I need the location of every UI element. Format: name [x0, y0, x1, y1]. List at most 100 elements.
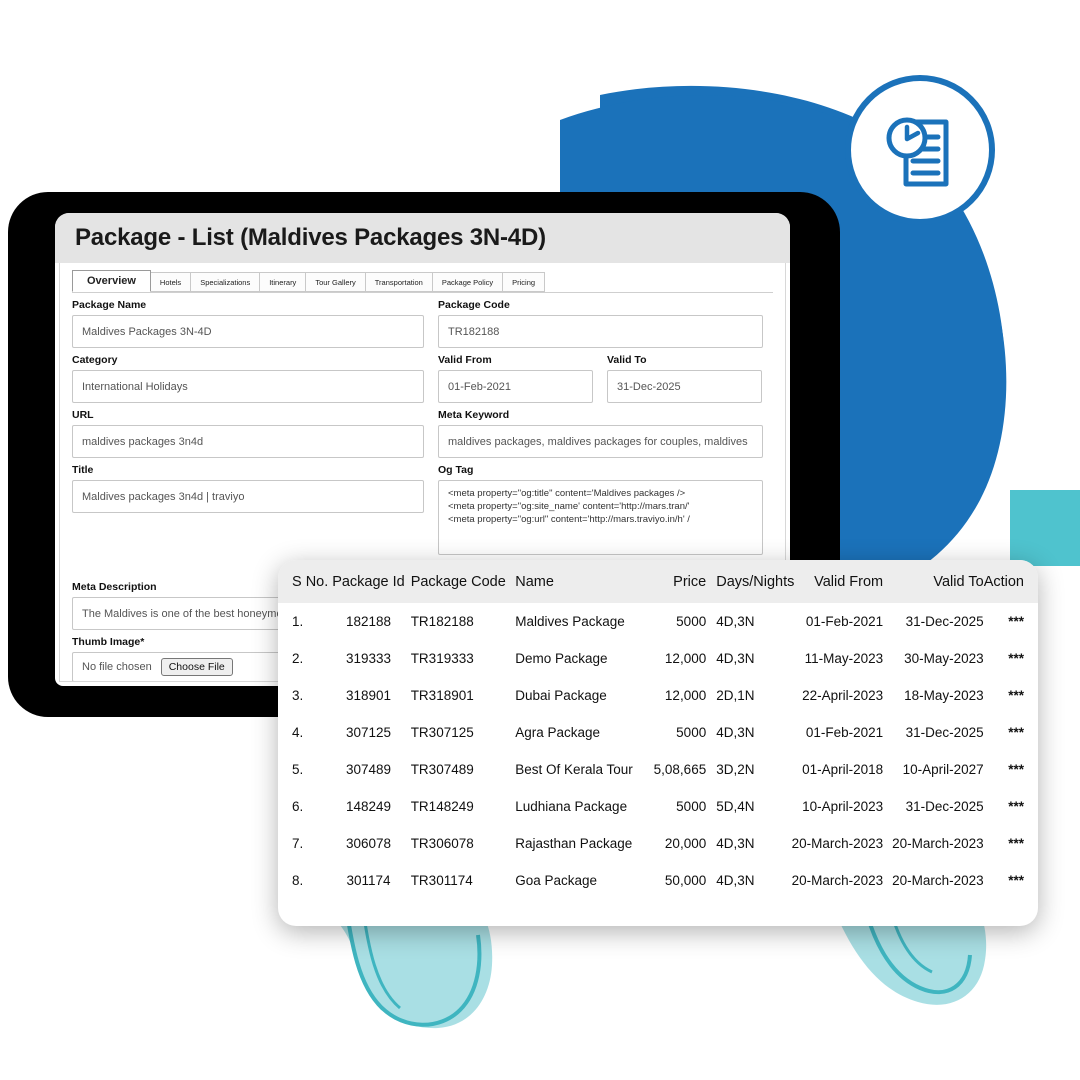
cell-action[interactable]: *** — [984, 751, 1038, 788]
cell-package-id: 148249 — [345, 799, 391, 814]
field-label: Package Code — [438, 299, 510, 311]
table-row[interactable]: 7. 306078 TR306078 Rajasthan Package 20,000 4… — [278, 825, 1038, 862]
choose-file-button[interactable]: Choose File — [160, 657, 233, 677]
tab-label: Package Policy — [441, 277, 494, 287]
cell-action[interactable]: *** — [984, 603, 1038, 640]
cell-package-code: TR182188 — [410, 614, 474, 629]
cell-valid-from: 22-April-2023 — [802, 688, 884, 703]
field-label: Og Tag — [438, 464, 474, 476]
field-category: Category International Holidays — [72, 354, 424, 403]
og-tag-line: <meta property="og:title" content='Maldi… — [448, 488, 686, 499]
column-header-valid-to[interactable]: Valid To — [883, 560, 984, 603]
table-body: 1. 182188 TR182188 Maldives Package 5000 4D,3… — [278, 603, 1038, 899]
cell-package-id: 318901 — [345, 688, 391, 703]
column-header-name[interactable]: Name — [515, 560, 644, 603]
table-row[interactable]: 5. 307489 TR307489 Best Of Kerala Tour 5,08,… — [278, 751, 1038, 788]
cell-action[interactable]: *** — [984, 714, 1038, 751]
field-label: Valid To — [607, 354, 647, 366]
cell-price: 5,08,665 — [653, 762, 707, 777]
cell-action[interactable]: *** — [984, 788, 1038, 825]
column-header-price[interactable]: Price — [643, 560, 707, 603]
column-header-sno[interactable]: S No. — [278, 560, 328, 603]
cell-name: Demo Package — [515, 651, 608, 666]
cell-action[interactable]: *** — [984, 825, 1038, 862]
tab-package-policy[interactable]: Package Policy — [431, 272, 504, 292]
og-tag-textarea[interactable]: <meta property="og:title" content='Maldi… — [438, 480, 763, 555]
cell-days-nights: 4D,3N — [716, 836, 755, 851]
cell-days-nights: 4D,3N — [716, 614, 755, 629]
teal-accent-shape — [1010, 490, 1080, 566]
tab-hotels[interactable]: Hotels — [149, 272, 192, 292]
field-label: Valid From — [438, 354, 492, 366]
cell-sno: 5. — [292, 762, 304, 777]
cell-price: 50,000 — [664, 873, 707, 888]
table-row[interactable]: 1. 182188 TR182188 Maldives Package 5000 4D,3… — [278, 603, 1038, 640]
valid-from-input[interactable]: 01-Feb-2021 — [438, 370, 593, 403]
field-package-name: Package Name Maldives Packages 3N-4D — [72, 299, 424, 348]
column-header-valid-from[interactable]: Valid From — [782, 560, 884, 603]
tab-label: Transportation — [374, 277, 423, 287]
cell-valid-from: 01-Feb-2021 — [805, 725, 884, 740]
tab-pricing[interactable]: Pricing — [502, 272, 546, 292]
package-list-table-card: S No. Package Id Package Code Name Price… — [278, 560, 1038, 926]
tab-specializations[interactable]: Specializations — [190, 272, 261, 292]
cell-action[interactable]: *** — [984, 640, 1038, 677]
url-input[interactable]: maldives packages 3n4d — [72, 425, 424, 458]
cell-valid-from: 01-April-2018 — [802, 762, 884, 777]
valid-to-input[interactable]: 31-Dec-2025 — [607, 370, 762, 403]
cell-valid-to: 20-March-2023 — [892, 873, 984, 888]
tab-tour-gallery[interactable]: Tour Gallery — [305, 272, 366, 292]
tab-transportation[interactable]: Transportation — [364, 272, 433, 292]
cell-sno: 3. — [292, 688, 304, 703]
title-input[interactable]: Maldives packages 3n4d | traviyo — [72, 480, 424, 513]
cell-package-id: 306078 — [345, 836, 391, 851]
field-label: Title — [72, 464, 94, 476]
tab-label: Itinerary — [269, 277, 297, 287]
table-row[interactable]: 6. 148249 TR148249 Ludhiana Package 5000 5D,4… — [278, 788, 1038, 825]
column-header-action[interactable]: Action — [983, 560, 1038, 603]
table-row[interactable]: 8. 301174 TR301174 Goa Package 50,000 4D,3N 20… — [278, 862, 1038, 899]
cell-valid-from: 01-Feb-2021 — [805, 614, 884, 629]
cell-price: 12,000 — [664, 688, 707, 703]
table-header-row: S No. Package Id Package Code Name Price… — [278, 560, 1038, 603]
meta-keyword-input[interactable]: maldives packages, maldives packages for… — [438, 425, 763, 458]
table-row[interactable]: 2. 319333 TR319333 Demo Package 12,000 4D,3N 1… — [278, 640, 1038, 677]
cell-action[interactable]: *** — [984, 677, 1038, 714]
package-name-input[interactable]: Maldives Packages 3N-4D — [72, 315, 424, 348]
cell-price: 5000 — [676, 725, 707, 740]
table-row[interactable]: 3. 318901 TR318901 Dubai Package 12,000 2D,1N… — [278, 677, 1038, 714]
cell-name: Maldives Package — [515, 614, 625, 629]
tab-overview[interactable]: Overview — [72, 270, 151, 292]
field-og-tag: Og Tag <meta property="og:title" content… — [438, 464, 763, 555]
field-valid-to: Valid To 31-Dec-2025 — [607, 354, 762, 403]
column-header-package-code[interactable]: Package Code — [410, 560, 516, 603]
tab-label: Tour Gallery — [315, 277, 356, 287]
cell-valid-from: 20-March-2023 — [791, 836, 884, 851]
cell-sno: 1. — [292, 614, 304, 629]
cell-package-code: TR319333 — [410, 651, 474, 666]
cell-sno: 8. — [292, 873, 304, 888]
tab-label: Hotels — [159, 277, 182, 287]
category-select[interactable]: International Holidays — [72, 370, 424, 403]
cell-days-nights: 4D,3N — [716, 651, 755, 666]
cell-days-nights: 2D,1N — [716, 688, 755, 703]
table-row[interactable]: 4. 307125 TR307125 Agra Package 5000 4D,3N 01-… — [278, 714, 1038, 751]
cell-package-id: 307125 — [345, 725, 391, 740]
cell-valid-to: 31-Dec-2025 — [905, 614, 984, 629]
cell-package-code: TR307125 — [410, 725, 474, 740]
cell-name: Dubai Package — [515, 688, 607, 703]
cell-name: Agra Package — [515, 725, 601, 740]
cell-valid-from: 20-March-2023 — [791, 873, 884, 888]
tab-itinerary[interactable]: Itinerary — [259, 272, 307, 292]
cell-package-code: TR318901 — [410, 688, 474, 703]
cell-package-id: 182188 — [345, 614, 391, 629]
cell-package-id: 319333 — [345, 651, 391, 666]
cell-sno: 2. — [292, 651, 304, 666]
cell-package-id: 307489 — [345, 762, 391, 777]
field-label: Meta Keyword — [438, 409, 510, 421]
cell-valid-from: 11-May-2023 — [804, 651, 884, 666]
cell-action[interactable]: *** — [984, 862, 1038, 899]
column-header-days-nights[interactable]: Days/Nights — [706, 560, 794, 603]
package-code-input[interactable]: TR182188 — [438, 315, 763, 348]
column-header-package-id[interactable]: Package Id — [326, 560, 411, 603]
